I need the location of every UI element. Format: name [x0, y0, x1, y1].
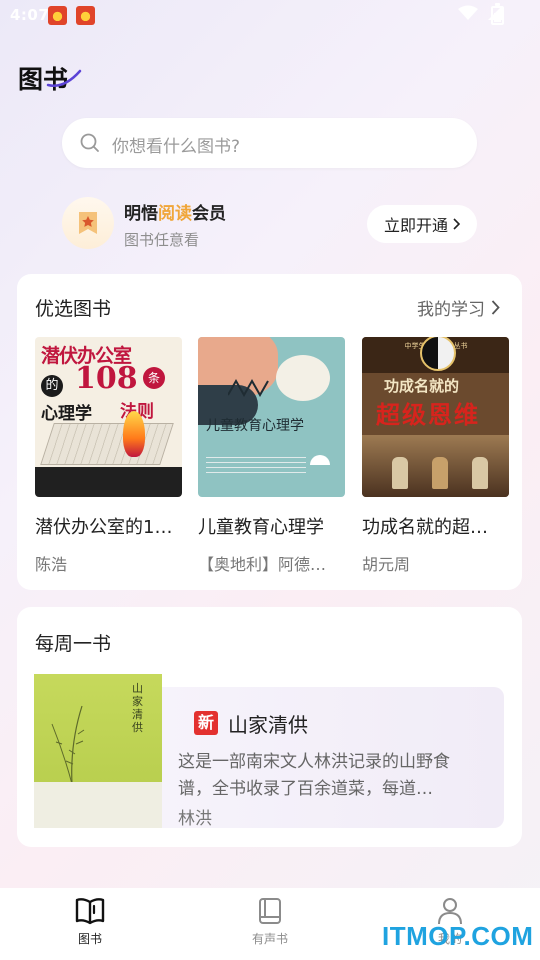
- chevron-right-icon: [491, 300, 500, 315]
- weekly-book-info: 新 山家清供 这是一部南宋文人林洪记录的山野食谱，全书收录了百余道菜，每道… 林…: [162, 687, 504, 829]
- tab-label: 有声书: [251, 932, 288, 946]
- wifi-icon: [458, 5, 478, 20]
- book-item[interactable]: 儿童教育心理学 儿童教育心理学 【奥地利】阿德…: [198, 337, 345, 575]
- open-membership-label: 立即开通: [383, 216, 448, 235]
- my-study-link[interactable]: 我的学习: [417, 295, 500, 320]
- book-author: 陈浩: [35, 555, 68, 574]
- book-title: 潜伏办公室的1…: [35, 517, 173, 538]
- open-book-icon: [75, 898, 105, 925]
- book-cover: 儿童教育心理学: [198, 337, 345, 497]
- book-item[interactable]: 中学生名著导读丛书 功成名就的 超级恩维 功成名就的超… 胡元周: [362, 337, 509, 575]
- membership-banner: 明悟阅读会员 图书任意看 立即开通: [62, 197, 477, 252]
- notification-app-icon: [48, 6, 67, 25]
- member-subtitle: 图书任意看: [124, 231, 200, 249]
- status-time: 4:07: [10, 6, 50, 24]
- weekly-book-description: 这是一部南宋文人林洪记录的山野食谱，全书收录了百余道菜，每道…: [178, 752, 450, 799]
- book-cover: 潜伏办公室 的 108 条 心理学 法则: [35, 337, 182, 497]
- watermark: ITMOP.COM: [382, 921, 534, 951]
- new-badge: 新: [194, 711, 218, 735]
- audiobook-icon: [259, 898, 281, 924]
- book-title: 儿童教育心理学: [198, 517, 324, 538]
- book-title: 功成名就的超…: [362, 517, 488, 538]
- featured-title: 优选图书: [35, 298, 112, 320]
- tab-books[interactable]: 图书: [45, 896, 135, 947]
- my-study-label: 我的学习: [417, 300, 485, 320]
- search-placeholder: 你想看什么图书?: [112, 137, 241, 157]
- weekly-book-author: 林洪: [178, 809, 212, 829]
- member-badge-icon: [62, 197, 114, 249]
- member-title: 明悟阅读会员: [124, 204, 226, 224]
- search-icon: [80, 133, 99, 152]
- book-cover: 中学生名著导读丛书 功成名就的 超级恩维: [362, 337, 509, 497]
- search-input[interactable]: 你想看什么图书?: [62, 118, 477, 168]
- weekly-title: 每周一书: [35, 633, 112, 655]
- weekly-book-card[interactable]: 每周一书 山家清供 新 山家清供 这是一部南宋文人林洪记录的山野食谱，全书收录了…: [17, 607, 522, 847]
- chevron-right-icon: [453, 218, 460, 230]
- featured-books-card: 优选图书 我的学习 潜伏办公室 的 108 条 心理学 法则 潜伏办公室的1… …: [17, 274, 522, 590]
- tab-label: 图书: [77, 932, 102, 946]
- weekly-book-name: 山家清供: [228, 713, 308, 737]
- battery-icon: [491, 3, 504, 25]
- book-author: 胡元周: [362, 555, 411, 574]
- book-author: 【奥地利】阿德…: [198, 555, 327, 574]
- weekly-book-cover: 山家清供: [34, 674, 162, 828]
- notification-app-icon: [76, 6, 95, 25]
- book-item[interactable]: 潜伏办公室 的 108 条 心理学 法则 潜伏办公室的1… 陈浩: [35, 337, 182, 575]
- open-membership-button[interactable]: 立即开通: [367, 205, 477, 243]
- tab-audiobooks[interactable]: 有声书: [225, 896, 315, 947]
- status-bar: 4:07: [0, 0, 540, 30]
- title-swoosh-icon: [46, 69, 82, 87]
